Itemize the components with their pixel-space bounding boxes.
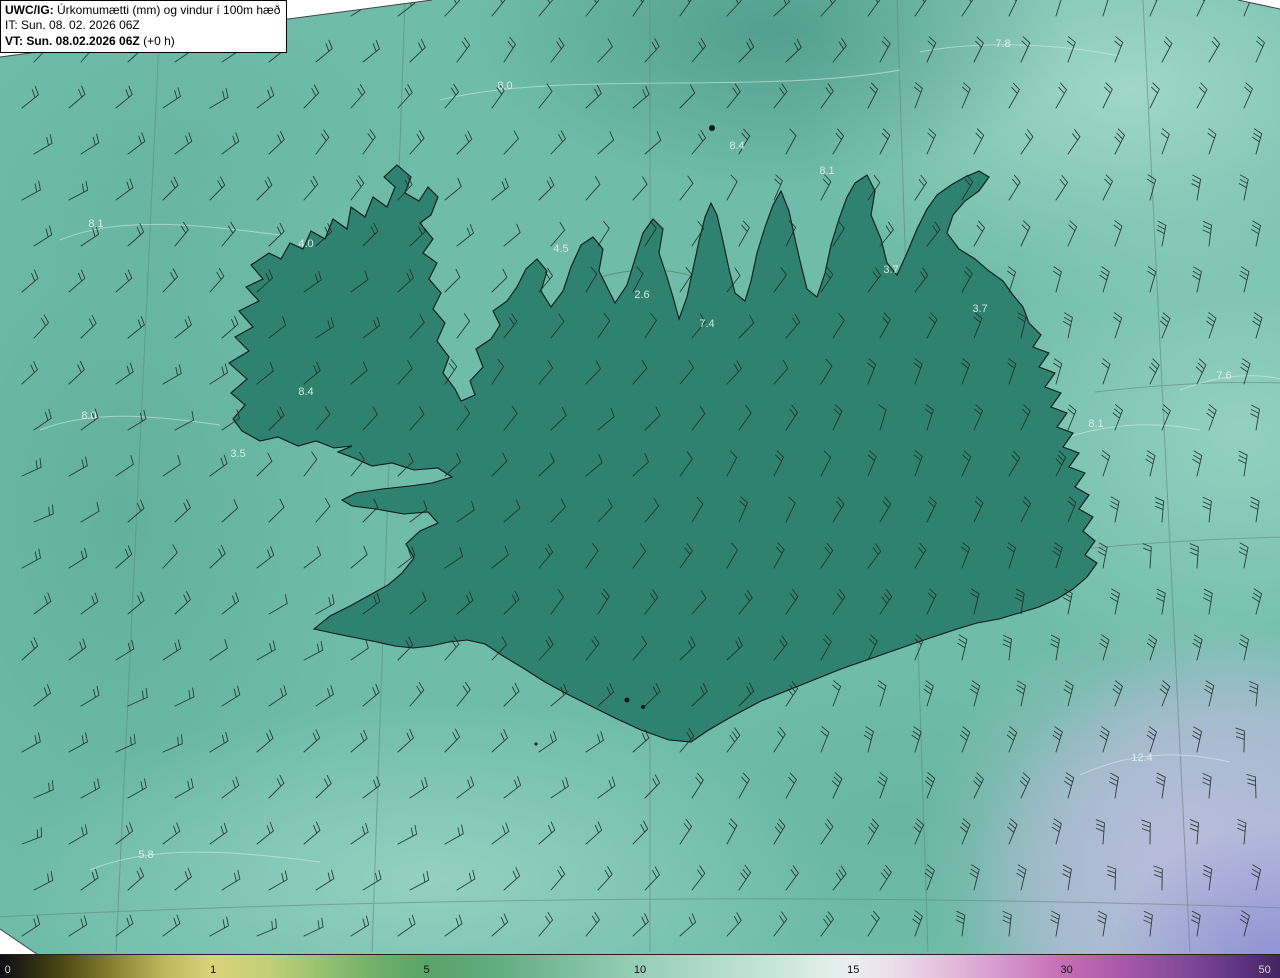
map-value-label: 7.6 (1216, 370, 1231, 382)
colorbar-ticks: 0 1 5 10 15 30 50 (0, 955, 1280, 978)
valid-time-label: VT: Sun. 08.02.2026 06Z (5, 33, 140, 48)
weather-map-canvas: 7.8 8.0 8.4 8.1 8.1 4.0 4.5 2.6 3.7 3.7 7.4 7.6 8.4 8… (0, 0, 1280, 978)
map-value-label: 5.8 (138, 849, 153, 861)
map-value-label: 7.8 (995, 38, 1010, 50)
map-value-label: 12.4 (1131, 752, 1152, 764)
map-value-label: 8.1 (88, 218, 103, 230)
map-value-label: 8.0 (497, 80, 512, 92)
map-value-label: 4.5 (553, 243, 568, 255)
colorbar-tick: 5 (423, 964, 430, 976)
map-value-label: 8.0 (81, 410, 96, 422)
precipitation-colorbar: 0 1 5 10 15 30 50 (0, 954, 1280, 978)
valid-offset-label: (+0 h) (143, 33, 175, 48)
product-label: Úrkomumætti (mm) og vindur í 100m hæð (57, 3, 281, 17)
colorbar-tick: 0 (4, 964, 11, 976)
title-line-valid: VT: Sun. 08.02.2026 06Z (+0 h) (5, 34, 280, 49)
map-value-label: 7.4 (699, 318, 714, 330)
title-line-init: IT: Sun. 08. 02. 2026 06Z (5, 18, 140, 33)
map-value-label: 8.4 (298, 386, 313, 398)
title-line-product: UWC/IG: Úrkomumætti (mm) og vindur í 100… (5, 3, 280, 18)
map-value-label: 2.6 (634, 289, 649, 301)
weather-map: 7.8 8.0 8.4 8.1 8.1 4.0 4.5 2.6 3.7 3.7 7.4 7.6 8.4 8… (0, 0, 1280, 978)
colorbar-tick: 10 (633, 964, 647, 976)
colorbar-tick: 1 (210, 964, 217, 976)
map-value-label: 8.1 (1088, 418, 1103, 430)
map-value-label: 8.1 (819, 165, 834, 177)
colorbar-tick: 15 (847, 964, 860, 976)
title-box: UWC/IG: Úrkomumætti (mm) og vindur í 100… (0, 0, 288, 54)
model-label: UWC/IG: (5, 3, 54, 17)
colorbar-tick: 50 (1258, 964, 1271, 976)
map-value-label: 8.4 (729, 140, 744, 152)
map-value-label: 3.7 (972, 303, 987, 315)
map-value-label: 4.0 (298, 238, 313, 250)
colorbar-tick: 30 (1060, 964, 1073, 976)
map-value-label: 3.7 (883, 264, 898, 276)
map-value-label: 3.5 (230, 448, 245, 460)
